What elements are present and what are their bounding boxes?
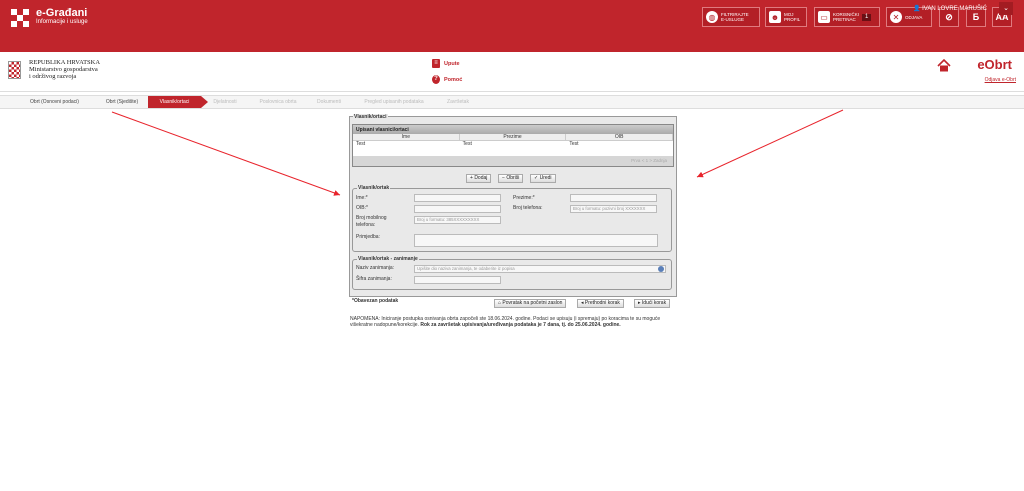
annotation-arrow-right	[696, 109, 844, 178]
annotation-arrows	[111, 109, 844, 196]
annotation-arrow-left	[111, 111, 341, 196]
